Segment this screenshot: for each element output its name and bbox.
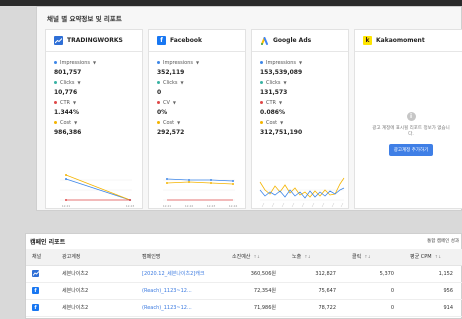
cpm-cell: 914 bbox=[404, 299, 462, 317]
cpm-cell: 1,152 bbox=[404, 265, 462, 283]
metric-cost-value: 292,572 bbox=[157, 129, 185, 136]
channel-summary-card: 채널 별 요약정보 및 리포트 TRADINGWORKS Impressions… bbox=[36, 6, 462, 211]
channel-header: f Facebook bbox=[149, 30, 245, 52]
metric-cv-value: 0% bbox=[157, 109, 168, 116]
metric-impressions-value: 801,757 bbox=[54, 69, 82, 76]
column-header-account: 광고계정 bbox=[56, 249, 136, 266]
metric-cost-value: 312,751,190 bbox=[260, 129, 303, 136]
campaign-link[interactable]: (Reach)_1123~12... bbox=[136, 299, 226, 317]
impressions-cell: 75,647 bbox=[286, 282, 346, 300]
channel-name: Google Ads bbox=[273, 37, 312, 44]
impressions-cell: 78,722 bbox=[286, 299, 346, 317]
metric-impressions-select[interactable]: Impressions ▼ bbox=[157, 59, 245, 66]
metric-clicks-value: 10,776 bbox=[54, 89, 78, 96]
summary-title: 채널 별 요약정보 및 리포트 bbox=[47, 15, 122, 23]
metric-cost-value: 986,386 bbox=[54, 129, 82, 136]
facebook-icon: f bbox=[32, 304, 39, 311]
facebook-icon: f bbox=[157, 36, 166, 45]
account-cell: 세븐나이츠2 bbox=[56, 299, 136, 317]
campaign-report-card: 캠페인 리포트 통합 캠페인 성과 채널 광고계정 캠페인명 소진예산 ↑↓ 노출… bbox=[25, 233, 462, 319]
metric-clicks-select[interactable]: Clicks ▼ bbox=[157, 79, 245, 86]
metric-ctr-select[interactable]: CTR ▼ bbox=[260, 99, 348, 106]
chart-tick: 12.23 bbox=[207, 204, 216, 208]
clicks-cell: 0 bbox=[346, 282, 404, 300]
channel-name: Facebook bbox=[170, 37, 202, 44]
mini-chart: 12.21 12.22 12.23 12.24 bbox=[163, 178, 238, 208]
channel-header: k Kakaomoment bbox=[355, 30, 462, 52]
channel-header: TRADINGWORKS bbox=[46, 30, 142, 52]
campaign-link[interactable]: (Reach)_1123~12... bbox=[136, 282, 226, 300]
metric-impressions-value: 153,539,089 bbox=[260, 69, 303, 76]
chart-tick: 12.24 bbox=[229, 204, 238, 208]
spend-cell: 71,986원 bbox=[226, 299, 286, 317]
impressions-cell: 312,827 bbox=[286, 265, 346, 283]
chart-tick: 12.21 bbox=[163, 204, 172, 208]
mini-chart bbox=[259, 177, 345, 208]
add-ad-account-button[interactable]: 광고계정 추가하기 bbox=[388, 144, 434, 156]
kakao-icon: k bbox=[363, 36, 372, 45]
channel-name: TRADINGWORKS bbox=[67, 37, 123, 44]
table-row[interactable]: f 세븐나이츠2 (Reach)_1123~12... 71,986원 78,7… bbox=[26, 299, 462, 317]
metric-clicks-value: 0 bbox=[157, 89, 162, 96]
clicks-cell: 5,370 bbox=[346, 265, 404, 283]
trendline-icon bbox=[32, 269, 39, 277]
chart-tick: 12.23 bbox=[126, 204, 135, 208]
channel-facebook: f Facebook Impressions ▼ 352,119 Clicks ▼ … bbox=[148, 29, 246, 209]
metric-impressions-select[interactable]: Impressions ▼ bbox=[260, 59, 348, 66]
column-header-impressions[interactable]: 노출 ↑↓ bbox=[286, 249, 346, 266]
metric-impressions-value: 352,119 bbox=[157, 69, 185, 76]
metric-impressions-select[interactable]: Impressions ▼ bbox=[54, 59, 142, 66]
column-header-spend[interactable]: 소진예산 ↑↓ bbox=[226, 249, 286, 266]
chart-tick: 12.21 bbox=[62, 204, 71, 208]
account-cell: 세븐나이츠2 bbox=[56, 265, 136, 283]
mini-chart: 12.21 12.23 bbox=[60, 174, 135, 208]
metric-ctr-value: 1.344% bbox=[54, 109, 79, 116]
info-icon: i bbox=[406, 112, 416, 121]
metric-ctr-select[interactable]: CTR ▼ bbox=[54, 99, 142, 106]
campaign-link[interactable]: [2020.12_세븐나이츠2]캐크 bbox=[136, 265, 226, 283]
channel-name: Kakaomoment bbox=[376, 37, 425, 44]
metric-clicks-select[interactable]: Clicks ▼ bbox=[54, 79, 142, 86]
channel-columns: TRADINGWORKS Impressions ▼ 801,757 Clicks… bbox=[45, 29, 462, 209]
column-header-campaign: 캠페인명 bbox=[136, 249, 226, 266]
metric-cost-select[interactable]: Cost ▼ bbox=[54, 119, 142, 126]
metric-cv-select[interactable]: CV ▼ bbox=[157, 99, 245, 106]
chart-tick: 12.22 bbox=[185, 204, 194, 208]
cpm-cell: 956 bbox=[404, 282, 462, 300]
campaign-table: 채널 광고계정 캠페인명 소진예산 ↑↓ 노출 ↑↓ 클릭 ↑↓ 평균 CPM ↑↓ 세… bbox=[26, 249, 462, 317]
table-row[interactable]: f 세븐나이츠2 (Reach)_1123~12... 72,354원 75,6… bbox=[26, 282, 462, 300]
metric-cost-select[interactable]: Cost ▼ bbox=[157, 119, 245, 126]
spend-cell: 360,506원 bbox=[226, 265, 286, 283]
integrated-campaign-link[interactable]: 통합 캠페인 성과 bbox=[427, 238, 459, 244]
spend-cell: 72,354원 bbox=[226, 282, 286, 300]
column-header-cpm[interactable]: 평균 CPM ↑↓ bbox=[404, 249, 462, 266]
metric-clicks-select[interactable]: Clicks ▼ bbox=[260, 79, 348, 86]
channel-header: Google Ads bbox=[252, 30, 348, 52]
account-cell: 세븐나이츠2 bbox=[56, 282, 136, 300]
column-header-clicks[interactable]: 클릭 ↑↓ bbox=[346, 249, 404, 266]
trendline-icon bbox=[54, 36, 63, 45]
channel-tradingworks: TRADINGWORKS Impressions ▼ 801,757 Clicks… bbox=[45, 29, 143, 209]
campaign-report-title: 캠페인 리포트 bbox=[30, 239, 66, 246]
table-row[interactable]: 세븐나이츠2 [2020.12_세븐나이츠2]캐크 360,506원 312,8… bbox=[26, 265, 462, 283]
channel-google-ads: Google Ads Impressions ▼ 153,539,089 Clic… bbox=[251, 29, 349, 209]
metric-clicks-value: 131,573 bbox=[260, 89, 288, 96]
google-ads-icon bbox=[260, 36, 269, 45]
facebook-icon: f bbox=[32, 287, 39, 294]
empty-report-message: 광고 계정에 표시될 리포트 정보가 없습니다. bbox=[372, 126, 450, 137]
metric-ctr-value: 0.086% bbox=[260, 109, 285, 116]
column-header-channel: 채널 bbox=[26, 249, 56, 266]
clicks-cell: 0 bbox=[346, 299, 404, 317]
metric-cost-select[interactable]: Cost ▼ bbox=[260, 119, 348, 126]
channel-kakaomoment: k Kakaomoment i 광고 계정에 표시될 리포트 정보가 없습니다.… bbox=[354, 29, 462, 209]
